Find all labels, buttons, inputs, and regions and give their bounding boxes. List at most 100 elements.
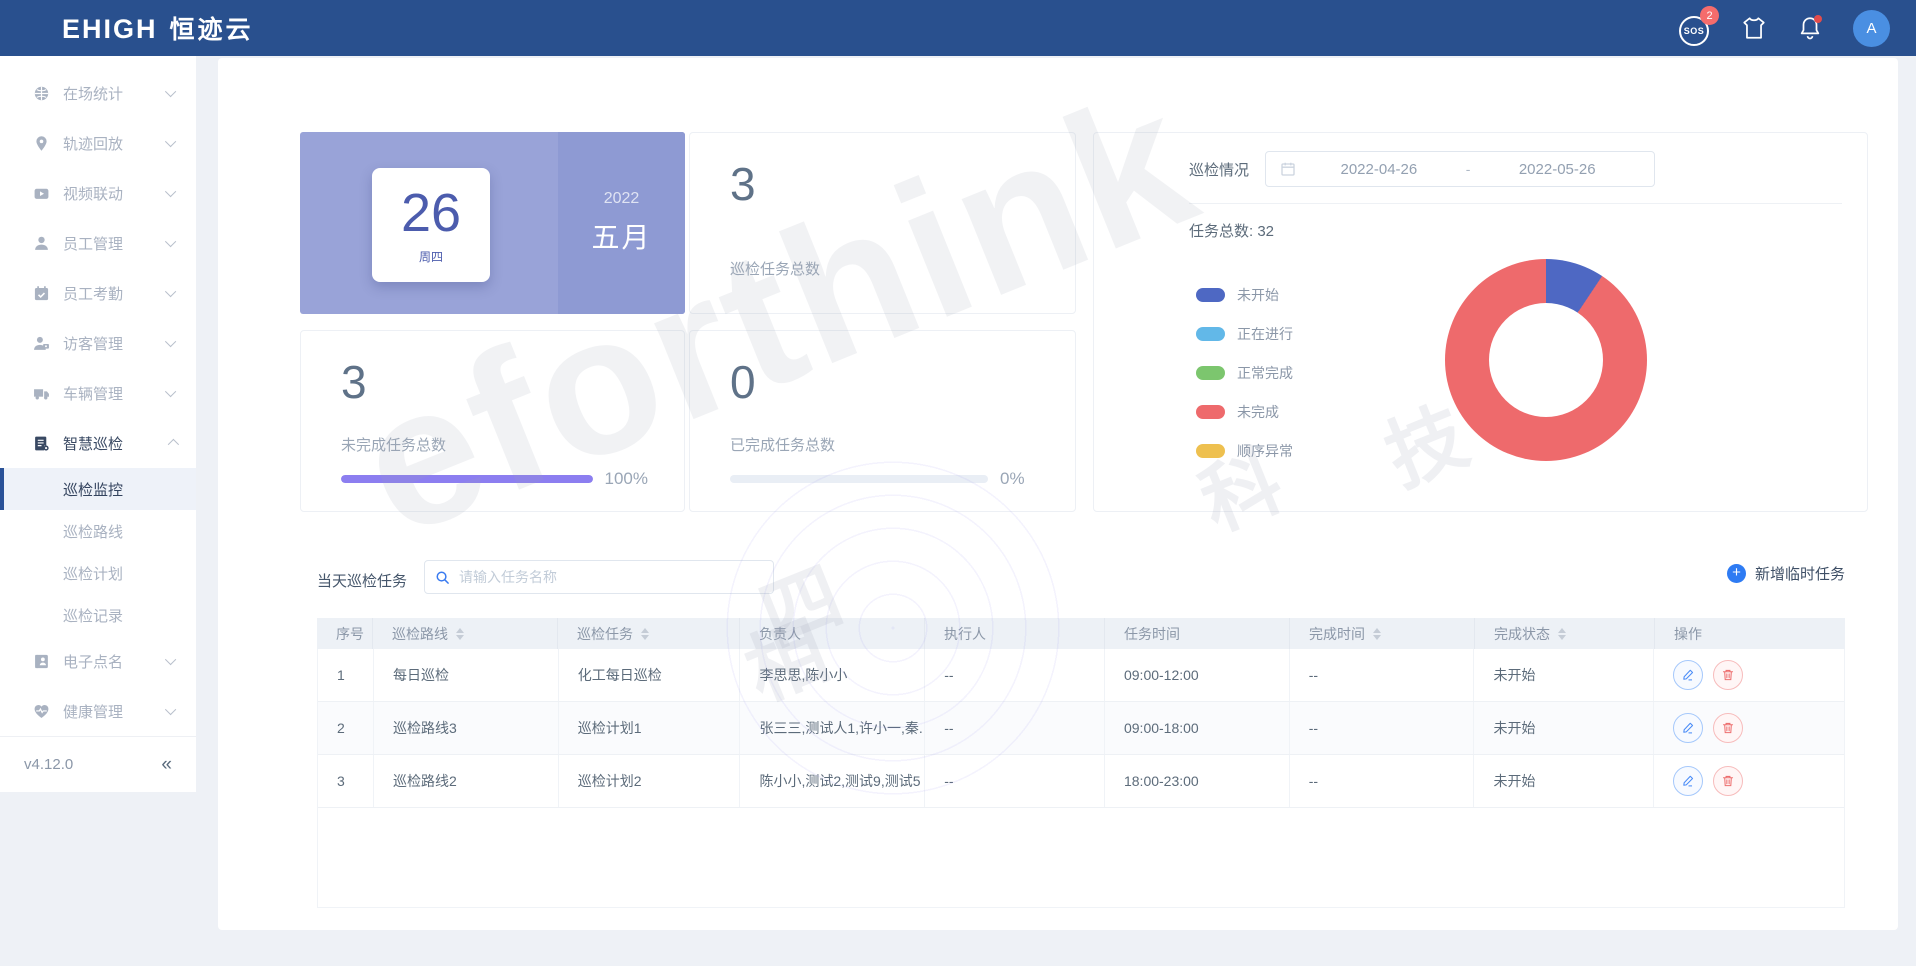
inspection-donut-chart	[1445, 259, 1647, 461]
table-row: 2巡检路线3巡检计划1张三三,测试人1,许小一,秦...--09:00-18:0…	[318, 702, 1844, 755]
table-cell: 18:00-23:00	[1105, 755, 1290, 807]
truck-icon	[33, 385, 50, 402]
add-temp-task-label: 新增临时任务	[1755, 563, 1845, 584]
divider	[1189, 203, 1842, 204]
task-search[interactable]	[424, 560, 774, 594]
sort-icon[interactable]	[456, 628, 464, 640]
table-cell: 09:00-18:00	[1105, 702, 1290, 754]
legend-item[interactable]: 顺序异常	[1196, 441, 1293, 461]
sidebar-subitem[interactable]: 巡检记录	[0, 594, 196, 636]
edit-button[interactable]	[1673, 660, 1703, 690]
sidebar-item[interactable]: 员工考勤	[0, 268, 196, 318]
date-start-value[interactable]: 2022-04-26	[1296, 161, 1462, 178]
edit-button[interactable]	[1673, 713, 1703, 743]
legend-item[interactable]: 未开始	[1196, 285, 1293, 305]
table-actions-cell	[1654, 702, 1844, 754]
sidebar-item[interactable]: 电子点名	[0, 636, 196, 686]
sidebar-item-label: 电子点名	[63, 651, 123, 672]
uncompleted-tasks-card: 3 未完成任务总数 100%	[300, 330, 685, 512]
edit-icon	[1681, 774, 1695, 788]
globe-icon	[33, 85, 50, 102]
collapse-sidebar-button[interactable]: «	[161, 754, 172, 776]
task-table: 序号巡检路线巡检任务负责人执行人任务时间完成时间完成状态操作 1每日巡检化工每日…	[317, 618, 1845, 908]
table-cell: 3	[318, 755, 374, 807]
table-cell: 张三三,测试人1,许小一,秦...	[740, 702, 925, 754]
bell-icon[interactable]	[1797, 15, 1823, 41]
legend-item[interactable]: 正常完成	[1196, 363, 1293, 383]
sidebar-item[interactable]: 在场统计	[0, 68, 196, 118]
table-cell: 未开始	[1474, 755, 1654, 807]
sort-icon[interactable]	[641, 628, 649, 640]
sidebar-item-label: 在场统计	[63, 83, 123, 104]
progress-track	[341, 475, 593, 483]
sidebar-item[interactable]: 车辆管理	[0, 368, 196, 418]
delete-icon	[1721, 668, 1735, 682]
sidebar-item[interactable]: 视频联动	[0, 168, 196, 218]
delete-button[interactable]	[1713, 713, 1743, 743]
sort-icon[interactable]	[1373, 628, 1381, 640]
sidebar-subitem[interactable]: 巡检监控	[0, 468, 196, 510]
date-range-picker[interactable]: 2022-04-26 - 2022-05-26	[1265, 151, 1655, 187]
table-cell: 未开始	[1474, 702, 1654, 754]
column-header[interactable]: 完成时间	[1290, 618, 1475, 649]
chevron-down-icon	[165, 336, 176, 347]
calendar-year: 2022	[604, 190, 640, 208]
column-header[interactable]: 巡检任务	[558, 618, 740, 649]
video-icon	[33, 185, 50, 202]
chevron-down-icon	[165, 286, 176, 297]
total-tasks-card: 3 巡检任务总数	[689, 132, 1076, 314]
sos-button[interactable]: SOS 2	[1679, 12, 1711, 44]
table-cell: --	[925, 755, 1105, 807]
app-root: EHIGH 恒迹云 SOS 2 A 在场统计轨	[0, 0, 1916, 966]
sidebar-subitem[interactable]: 巡检计划	[0, 552, 196, 594]
total-tasks-label: 巡检任务总数	[730, 258, 1039, 279]
clipboard-icon	[33, 435, 50, 452]
column-header[interactable]: 巡检路线	[373, 618, 558, 649]
calendar-check-icon	[33, 285, 50, 302]
table-cell: 陈小小,测试2,测试9,测试5	[740, 755, 925, 807]
legend-label: 正在进行	[1237, 324, 1293, 344]
legend-label: 顺序异常	[1237, 441, 1293, 461]
legend-label: 正常完成	[1237, 363, 1293, 383]
table-actions-cell	[1654, 755, 1844, 807]
table-cell: 巡检路线2	[374, 755, 559, 807]
sidebar-item[interactable]: 访客管理	[0, 318, 196, 368]
sidebar-item[interactable]: 健康管理	[0, 686, 196, 736]
sidebar-footer: v4.12.0 «	[0, 736, 196, 792]
legend-swatch	[1196, 444, 1225, 458]
table-cell: 巡检路线3	[374, 702, 559, 754]
sidebar-item[interactable]: 员工管理	[0, 218, 196, 268]
table-cell: --	[1290, 755, 1475, 807]
sort-icon[interactable]	[1558, 628, 1566, 640]
add-temp-task-button[interactable]: + 新增临时任务	[1727, 563, 1845, 584]
legend-item[interactable]: 正在进行	[1196, 324, 1293, 344]
table-actions-cell	[1654, 649, 1844, 701]
edit-icon	[1681, 668, 1695, 682]
legend-item[interactable]: 未完成	[1196, 402, 1293, 422]
date-end-value[interactable]: 2022-05-26	[1474, 161, 1640, 178]
table-cell: --	[1290, 702, 1475, 754]
shirt-icon[interactable]	[1741, 15, 1767, 41]
avatar[interactable]: A	[1853, 10, 1890, 47]
chevron-down-icon	[165, 654, 176, 665]
table-cell: 化工每日巡检	[559, 649, 741, 701]
completed-progress-percent: 0%	[1000, 469, 1025, 489]
calendar-date-box: 26 周四	[372, 168, 490, 282]
sos-badge: 2	[1700, 6, 1719, 25]
delete-button[interactable]	[1713, 766, 1743, 796]
column-header: 执行人	[925, 618, 1105, 649]
table-cell: --	[1290, 649, 1475, 701]
sidebar-item[interactable]: 轨迹回放	[0, 118, 196, 168]
edit-button[interactable]	[1673, 766, 1703, 796]
sidebar-subitem[interactable]: 巡检路线	[0, 510, 196, 552]
sidebar-item[interactable]: 智慧巡检	[0, 418, 196, 468]
delete-button[interactable]	[1713, 660, 1743, 690]
logo-text: EHIGH	[62, 14, 158, 45]
search-input[interactable]	[459, 569, 763, 585]
column-header: 负责人	[740, 618, 925, 649]
inspection-status-panel: 巡检情况 2022-04-26 - 2022-05-26 任务总数: 32 未开…	[1093, 132, 1868, 512]
column-header: 序号	[317, 618, 373, 649]
legend-swatch	[1196, 405, 1225, 419]
column-header[interactable]: 完成状态	[1475, 618, 1655, 649]
column-header: 任务时间	[1105, 618, 1290, 649]
